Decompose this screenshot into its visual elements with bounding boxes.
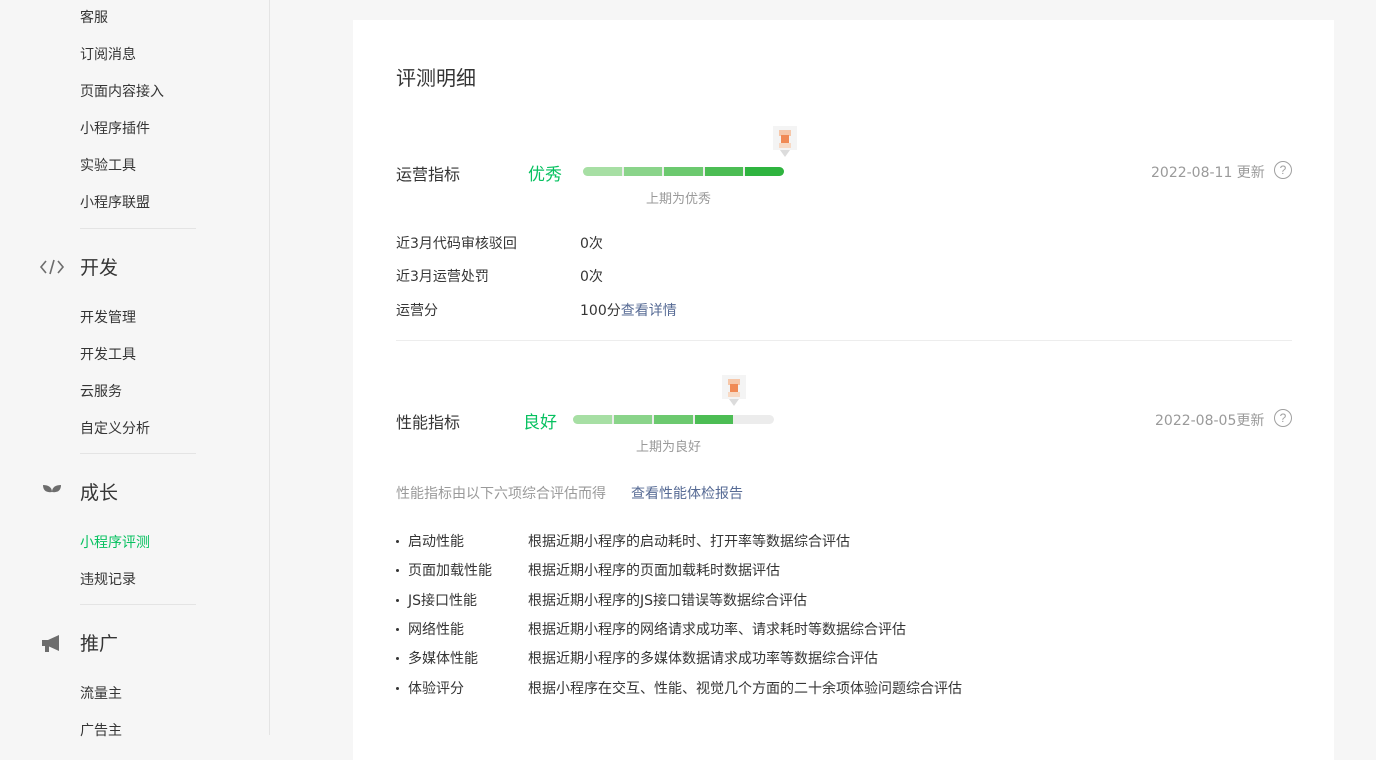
- operations-help-icon[interactable]: ?: [1274, 161, 1292, 179]
- sidebar-divider: [80, 453, 196, 454]
- performance-level-bar: [573, 415, 774, 424]
- ops-row-label-score: 运营分: [396, 303, 438, 319]
- performance-item-name: JS接口性能: [408, 593, 478, 609]
- level-bar-segment: [664, 167, 703, 176]
- ops-row-value-penalty: 0次: [580, 269, 603, 285]
- ops-row-value-score: 100分查看详情: [580, 300, 677, 320]
- sidebar-item-page-content[interactable]: 页面内容接入: [80, 81, 164, 101]
- sidebar-group-promotion[interactable]: 推广: [38, 629, 118, 656]
- level-marker-icon: [770, 123, 800, 163]
- performance-report-link[interactable]: 查看性能体检报告: [631, 483, 743, 503]
- performance-help-icon[interactable]: ?: [1274, 409, 1292, 427]
- list-bullet: [396, 687, 399, 690]
- sidebar: 客服 订阅消息 页面内容接入 小程序插件 实验工具 小程序联盟 开发 开发管理 …: [0, 0, 270, 739]
- performance-item-name: 网络性能: [408, 622, 464, 638]
- performance-update-date: 2022-08-05更新: [1155, 413, 1265, 429]
- code-icon: [38, 255, 66, 279]
- level-bar-segment: [654, 415, 693, 424]
- level-bar-segment: [573, 415, 612, 424]
- sidebar-divider: [80, 228, 196, 229]
- sidebar-item-lab-tools[interactable]: 实验工具: [80, 155, 136, 175]
- page-title: 评测明细: [396, 66, 476, 90]
- performance-item-name: 多媒体性能: [408, 651, 478, 667]
- sidebar-item-dev-management[interactable]: 开发管理: [80, 307, 136, 327]
- sprout-icon: [38, 480, 66, 504]
- performance-item-name: 页面加载性能: [408, 563, 492, 579]
- megaphone-icon: [38, 631, 66, 655]
- sidebar-item-evaluation[interactable]: 小程序评测: [80, 532, 150, 552]
- level-bar-segment: [613, 415, 653, 424]
- sidebar-item-customer-service[interactable]: 客服: [80, 7, 108, 27]
- performance-item-desc: 根据近期小程序的JS接口错误等数据综合评估: [528, 593, 808, 609]
- operations-level-bar: [583, 167, 784, 176]
- level-marker-icon: [719, 372, 749, 412]
- sidebar-item-custom-analysis[interactable]: 自定义分析: [80, 418, 150, 438]
- performance-metric-label: 性能指标: [396, 413, 461, 432]
- performance-intro: 性能指标由以下六项综合评估而得: [396, 486, 606, 502]
- sidebar-item-advertiser[interactable]: 广告主: [80, 720, 122, 740]
- level-bar-segment: [623, 167, 663, 176]
- operations-last-period: 上期为优秀: [646, 192, 712, 207]
- ops-row-label-code-review: 近3月代码审核驳回: [396, 236, 517, 252]
- list-bullet: [396, 628, 399, 631]
- sidebar-group-label: 成长: [80, 482, 119, 504]
- sidebar-item-subscription-messages[interactable]: 订阅消息: [80, 44, 136, 64]
- sidebar-item-publisher[interactable]: 流量主: [80, 683, 122, 703]
- performance-item-desc: 根据近期小程序的启动耗时、打开率等数据综合评估: [528, 534, 850, 550]
- performance-item-desc: 根据近期小程序的页面加载耗时数据评估: [528, 563, 780, 579]
- sidebar-item-alliance[interactable]: 小程序联盟: [80, 192, 150, 212]
- ops-score-value: 100分: [580, 303, 621, 319]
- performance-item-desc: 根据小程序在交互、性能、视觉几个方面的二十余项体验问题综合评估: [528, 681, 962, 697]
- performance-item-desc: 根据近期小程序的多媒体数据请求成功率等数据综合评估: [528, 651, 878, 667]
- performance-grade: 良好: [523, 413, 557, 433]
- sidebar-group-develop[interactable]: 开发: [38, 253, 118, 280]
- list-bullet: [396, 569, 399, 572]
- ops-row-label-penalty: 近3月运营处罚: [396, 269, 489, 285]
- evaluation-detail-card: 评测明细 运营指标 优秀 上期为优秀 2022-08-11 更新 ? 近3月代码…: [353, 20, 1334, 760]
- sidebar-item-plugins[interactable]: 小程序插件: [80, 118, 150, 138]
- level-bar-segment: [704, 167, 744, 176]
- list-bullet: [396, 540, 399, 543]
- sidebar-item-dev-tools[interactable]: 开发工具: [80, 344, 136, 364]
- sidebar-item-violations[interactable]: 违规记录: [80, 569, 136, 589]
- sidebar-group-label: 开发: [80, 257, 119, 279]
- operations-grade: 优秀: [528, 165, 562, 185]
- performance-item-desc: 根据近期小程序的网络请求成功率、请求耗时等数据综合评估: [528, 622, 906, 638]
- performance-last-period: 上期为良好: [636, 440, 702, 455]
- sidebar-group-growth[interactable]: 成长: [38, 478, 118, 505]
- operations-metric-label: 运营指标: [396, 165, 461, 184]
- list-bullet: [396, 599, 399, 602]
- performance-item-name: 启动性能: [408, 534, 464, 550]
- level-bar-segment: [583, 167, 622, 176]
- level-bar-segment: [745, 167, 784, 176]
- sidebar-divider: [80, 604, 196, 605]
- view-details-link[interactable]: 查看详情: [621, 303, 677, 319]
- level-bar-segment: [694, 415, 734, 424]
- performance-item-name: 体验评分: [408, 681, 464, 697]
- list-bullet: [396, 657, 399, 660]
- sidebar-group-label: 推广: [80, 633, 119, 655]
- operations-update-date: 2022-08-11 更新: [1151, 165, 1265, 181]
- ops-row-value-code-review: 0次: [580, 236, 603, 252]
- sidebar-item-cloud[interactable]: 云服务: [80, 381, 122, 401]
- section-divider: [396, 340, 1292, 341]
